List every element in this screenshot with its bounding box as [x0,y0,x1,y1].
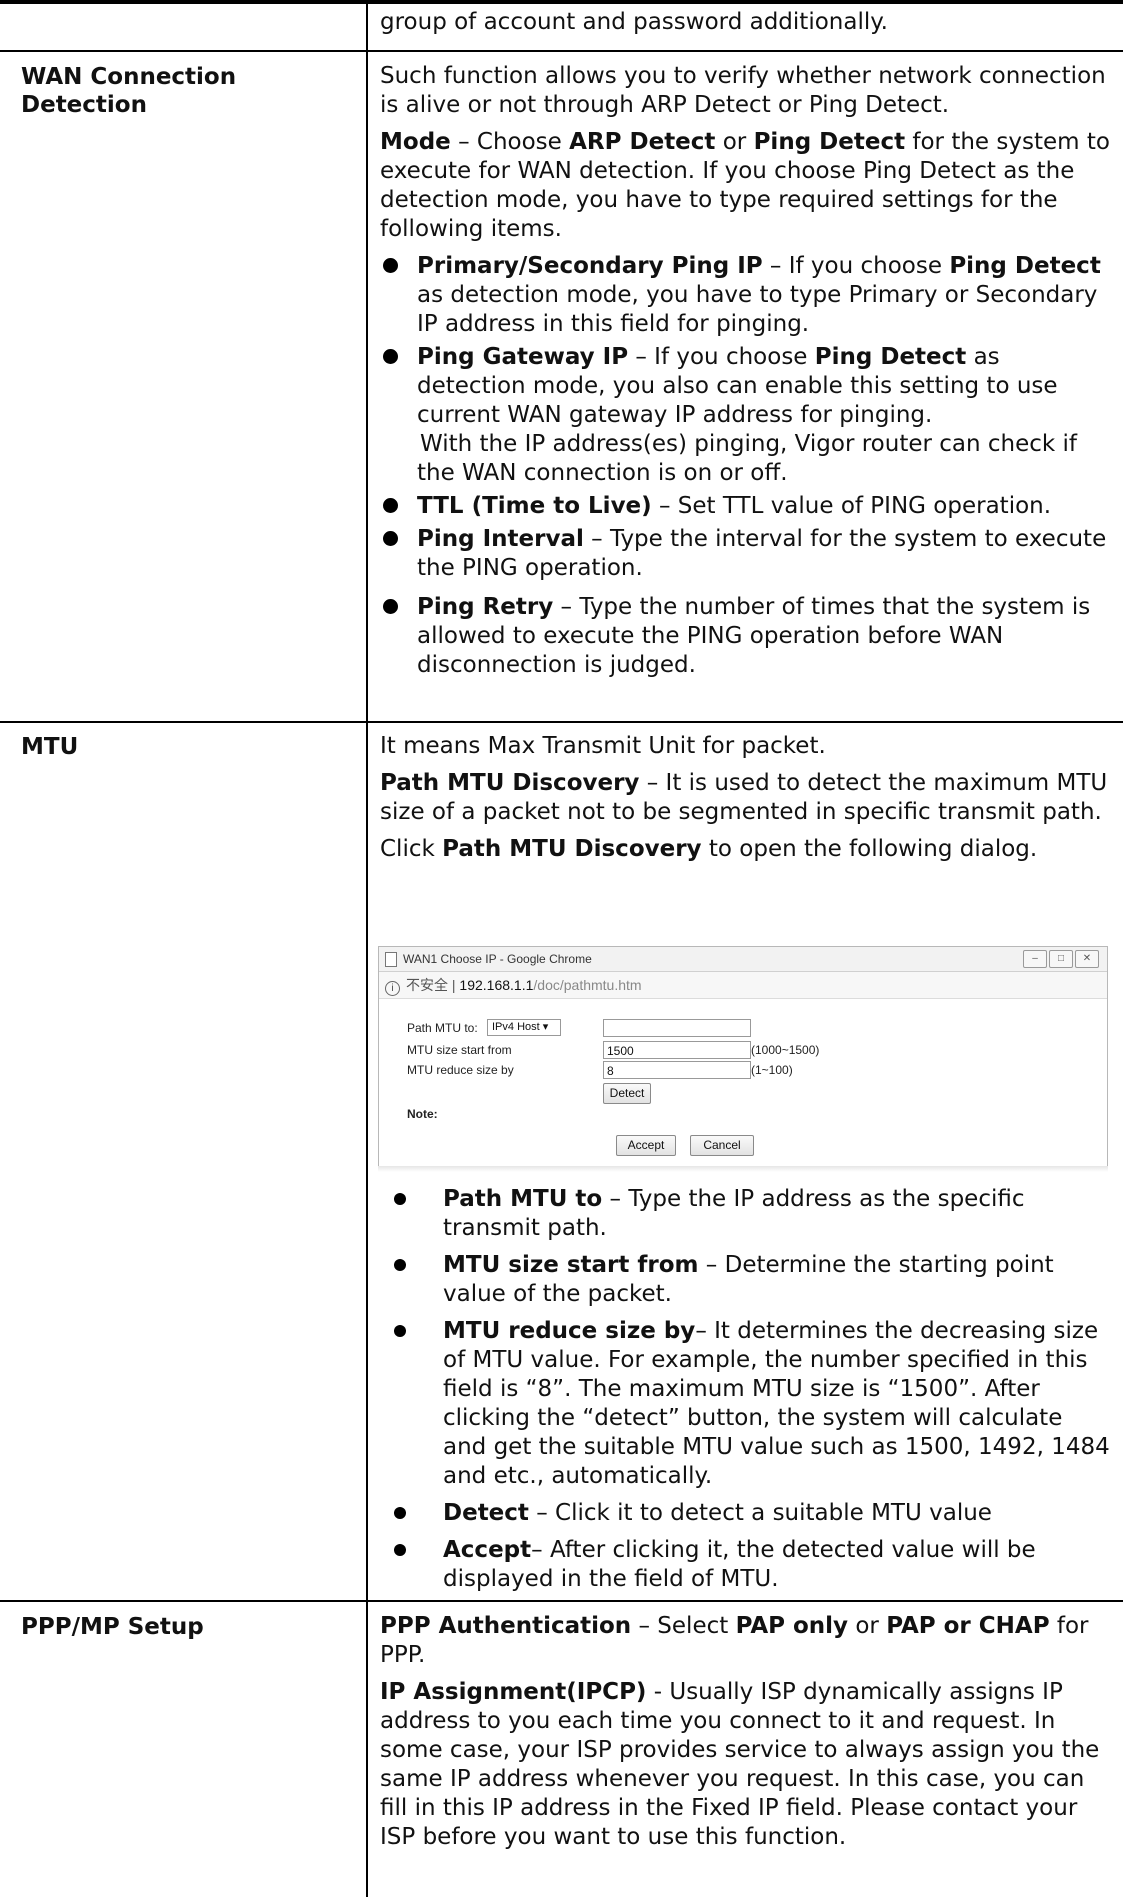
bullet-icon [394,1544,406,1556]
dialog-form: Path MTU to: IPv4 Host ▾ MTU size start … [379,999,1107,1167]
detect-button[interactable]: Detect [603,1083,651,1104]
note-label: Note: [407,1107,438,1121]
bullet-ping-interval: Ping Interval – Type the interval for th… [380,525,1110,583]
document-page: group of account and password additional… [0,0,1123,1897]
mtu-reduce-input[interactable]: 8 [603,1061,751,1079]
bullet-detect: Detect – Click it to detect a suitable M… [380,1499,1110,1528]
mtu-description: It means Max Transmit Unit for packet. P… [380,732,1110,872]
mtu-reduce-label: MTU reduce size by [407,1063,514,1077]
mtu-path-discovery: Path MTU Discovery – It is used to detec… [380,770,1108,825]
bullet-icon [383,531,398,546]
bullet-primary-ping-ip: Primary/Secondary Ping IP – If you choos… [380,252,1110,339]
ppp-ip-assignment: IP Assignment(IPCP) - Usually ISP dynami… [380,1679,1100,1850]
mtu-start-range: (1000~1500) [751,1043,820,1057]
table-top-border [0,0,1123,4]
bullet-icon [394,1259,406,1271]
path-mtu-dialog-screenshot: WAN1 Choose IP - Google Chrome – □ ✕ i 不安… [378,946,1108,1168]
bullet-icon [383,498,398,513]
row-divider [0,721,1123,723]
path-mtu-type-select[interactable]: IPv4 Host ▾ [487,1019,561,1036]
bullet-icon [383,349,398,364]
bullet-icon [383,258,398,273]
cancel-button[interactable]: Cancel [690,1135,754,1156]
wan-mode: Mode – Choose ARP Detect or Ping Detect … [380,129,1110,242]
page-icon [385,952,397,967]
continuation-text: group of account and password additional… [380,9,888,35]
ppp-authentication: PPP Authentication – Select PAP only or … [380,1613,1089,1668]
ppp-description: PPP Authentication – Select PAP only or … [380,1612,1110,1860]
path-mtu-to-input[interactable] [603,1019,751,1037]
dialog-shadow [378,1166,1108,1172]
bullet-mtu-reduce-size: MTU reduce size by– It determines the de… [380,1317,1110,1491]
maximize-icon[interactable]: □ [1049,950,1073,968]
row-label-wan-detection: WAN Connection Detection [21,64,237,118]
bullet-ping-gateway-ip: Ping Gateway IP – If you choose Ping Det… [380,343,1110,488]
dialog-titlebar: WAN1 Choose IP - Google Chrome – □ ✕ [379,947,1107,972]
mtu-field-descriptions: Path MTU to – Type the IP address as the… [380,1185,1110,1602]
bullet-icon [394,1325,406,1337]
mtu-intro: It means Max Transmit Unit for packet. [380,733,826,759]
wan-detection-description: Such function allows you to verify wheth… [380,62,1110,684]
row-label-mtu: MTU [21,734,79,760]
wan-intro: Such function allows you to verify wheth… [380,63,1106,118]
mtu-reduce-range: (1~100) [751,1063,793,1077]
address-bar[interactable]: i 不安全 | 192.168.1.1/doc/pathmtu.htm [379,972,1107,999]
minimize-icon[interactable]: – [1023,950,1047,968]
info-icon[interactable]: i [385,981,400,996]
bullet-icon [394,1193,406,1205]
bullet-ping-retry: Ping Retry – Type the number of times th… [380,593,1110,680]
path-mtu-to-label: Path MTU to: [407,1021,478,1035]
mtu-start-input[interactable]: 1500 [603,1041,751,1059]
mtu-start-label: MTU size start from [407,1043,512,1057]
bullet-icon [383,599,398,614]
bullet-path-mtu-to: Path MTU to – Type the IP address as the… [380,1185,1110,1243]
column-divider [366,0,368,1897]
bullet-icon [394,1507,406,1519]
row-label-ppp-mp-setup: PPP/MP Setup [21,1614,204,1640]
close-icon[interactable]: ✕ [1075,950,1099,968]
bullet-mtu-size-start: MTU size start from – Determine the star… [380,1251,1110,1309]
bullet-ttl: TTL (Time to Live) – Set TTL value of PI… [380,492,1110,521]
mtu-click-instruction: Click Path MTU Discovery to open the fol… [380,836,1038,862]
bullet-accept: Accept– After clicking it, the detected … [380,1536,1110,1594]
row-divider [0,50,1123,52]
accept-button[interactable]: Accept [616,1135,676,1156]
